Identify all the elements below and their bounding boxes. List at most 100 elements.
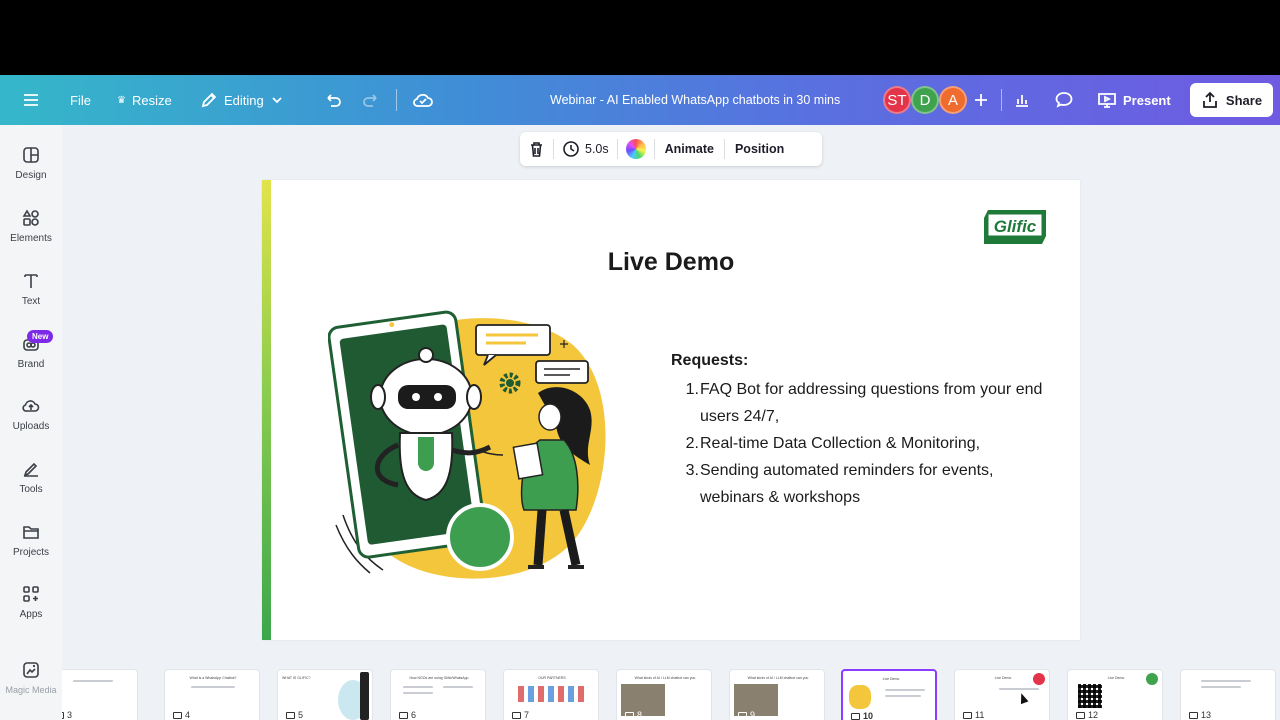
avatar[interactable]: ST	[883, 86, 911, 114]
sidebar-item-label: Elements	[10, 233, 52, 244]
sidebar-item-label: Brand	[17, 359, 45, 370]
page-thumbnail[interactable]: WHAT IS GLIFIC? 5	[277, 669, 373, 720]
sidebar-item-tools[interactable]: Tools	[0, 459, 62, 495]
cloud-check-icon	[413, 93, 433, 107]
list-item: 3. Sending automated reminders for event…	[685, 462, 994, 506]
sidebar-item-label: Tools	[19, 484, 43, 495]
present-icon	[1098, 93, 1116, 108]
uploads-icon	[22, 400, 40, 412]
position-button[interactable]: Position	[725, 132, 794, 166]
resize-label: Resize	[131, 92, 172, 108]
page-icon	[62, 711, 64, 719]
tools-icon	[23, 462, 38, 477]
position-label: Position	[734, 142, 785, 156]
avatar[interactable]: A	[939, 86, 967, 114]
invite-button[interactable]	[973, 75, 989, 125]
sidebar-item-label: Apps	[19, 609, 43, 620]
insights-button[interactable]	[1013, 75, 1031, 125]
page-icon	[625, 711, 634, 719]
page-thumbnail[interactable]: OUR PARTNERS 7	[503, 669, 599, 720]
pencil-icon	[201, 92, 217, 108]
design-icon	[23, 147, 39, 163]
apps-icon	[23, 586, 39, 602]
page-thumbnail[interactable]: Live Demo 12	[1067, 669, 1163, 720]
present-button[interactable]: Present	[1089, 75, 1179, 125]
share-label: Share	[1225, 92, 1263, 108]
upload-share-icon	[1203, 91, 1217, 108]
redo-icon	[363, 94, 377, 107]
page-thumbnail[interactable]: What kinds of AI / LLM chatbot can you 9	[729, 669, 825, 720]
sidebar-item-magic-media[interactable]: Magic Media	[0, 660, 62, 695]
page-thumbnail[interactable]: 13	[1180, 669, 1276, 720]
slide-canvas[interactable]: Glific Live Demo Requests: 1. FAQ Bot fo…	[262, 180, 1080, 640]
top-bar: File ♛ Resize Editing Webinar - AI Enabl…	[0, 75, 1280, 125]
sidebar-item-label: Magic Media	[5, 685, 57, 695]
animate-button[interactable]: Animate	[655, 132, 724, 166]
crown-icon: ♛	[117, 94, 126, 106]
magic-media-icon	[23, 662, 39, 678]
plus-icon	[975, 94, 987, 106]
trash-icon	[531, 141, 542, 157]
resize-button[interactable]: ♛ Resize	[117, 75, 172, 125]
page-filmstrip: 3 What is a WhatsApp Chatbot? 4 WHAT IS …	[62, 663, 1280, 720]
avatar[interactable]: D	[911, 86, 939, 114]
sidebar-item-projects[interactable]: Projects	[0, 522, 62, 558]
hamburger-icon	[24, 94, 38, 106]
color-wheel-icon	[625, 139, 646, 159]
duration-label: 5.0s	[585, 142, 609, 156]
present-label: Present	[1123, 92, 1171, 108]
share-button[interactable]: Share	[1190, 83, 1273, 117]
document-title[interactable]: Webinar - AI Enabled WhatsApp chatbots i…	[550, 75, 840, 125]
logo-text: Glific	[994, 217, 1037, 236]
sidebar-item-elements[interactable]: Elements	[0, 208, 62, 244]
slide-title[interactable]: Live Demo	[262, 248, 1080, 277]
timing-button[interactable]: 5.0s	[554, 132, 617, 166]
file-menu-button[interactable]: File	[70, 75, 91, 125]
page-thumbnail[interactable]: What kinds of AI / LLM chatbot can you 8	[616, 669, 712, 720]
page-icon	[173, 711, 182, 719]
text-icon	[24, 274, 38, 288]
glific-logo: Glific	[980, 206, 1050, 248]
page-icon	[963, 711, 972, 719]
sidebar-item-label: Text	[21, 296, 41, 307]
new-badge: New	[27, 330, 54, 343]
sidebar-item-uploads[interactable]: Uploads	[0, 396, 62, 432]
page-icon	[851, 712, 860, 720]
page-thumbnail-current[interactable]: Live Demo 10	[841, 669, 937, 720]
list-item: 1. FAQ Bot for addressing questions from…	[685, 381, 1043, 425]
sidebar-item-label: Uploads	[12, 421, 50, 432]
comments-button[interactable]	[1054, 75, 1074, 125]
cloud-save-button[interactable]	[412, 75, 434, 125]
page-thumbnail[interactable]: What is a WhatsApp Chatbot? 4	[164, 669, 260, 720]
page-icon	[399, 711, 408, 719]
sidebar-item-brand[interactable]: New Brand	[0, 330, 62, 370]
main-menu-button[interactable]	[22, 75, 40, 125]
page-thumbnail[interactable]: How NGOs are using Glific/WhatsApp 6	[390, 669, 486, 720]
header-divider	[1001, 89, 1002, 111]
page-icon	[1076, 711, 1085, 719]
editing-mode-button[interactable]: Editing	[200, 75, 284, 125]
file-label: File	[70, 92, 91, 108]
sidebar-item-design[interactable]: Design	[0, 145, 62, 181]
requests-text[interactable]: Requests: 1. FAQ Bot for addressing ques…	[671, 352, 1052, 511]
sidebar-item-text[interactable]: Text	[0, 271, 62, 307]
chatbot-illustration	[328, 310, 606, 579]
folder-icon	[23, 526, 39, 539]
page-thumbnail[interactable]: Live Demo 11	[954, 669, 1050, 720]
page-thumbnail[interactable]: 3	[62, 669, 138, 720]
delete-button[interactable]	[520, 132, 553, 166]
sidebar-item-label: Design	[15, 170, 47, 181]
sidebar-item-apps[interactable]: Apps	[0, 584, 62, 620]
editing-label: Editing	[224, 92, 264, 108]
header-divider	[396, 89, 397, 111]
color-button[interactable]	[618, 132, 654, 166]
list-item: 2. Real-time Data Collection & Monitorin…	[685, 435, 981, 452]
sidebar-item-label: Projects	[12, 547, 50, 558]
redo-button[interactable]	[362, 75, 382, 125]
clock-icon	[563, 141, 579, 157]
elements-icon	[22, 209, 39, 226]
page-icon	[286, 711, 295, 719]
comment-icon	[1055, 92, 1073, 108]
undo-button[interactable]	[322, 75, 342, 125]
undo-icon	[327, 94, 341, 107]
